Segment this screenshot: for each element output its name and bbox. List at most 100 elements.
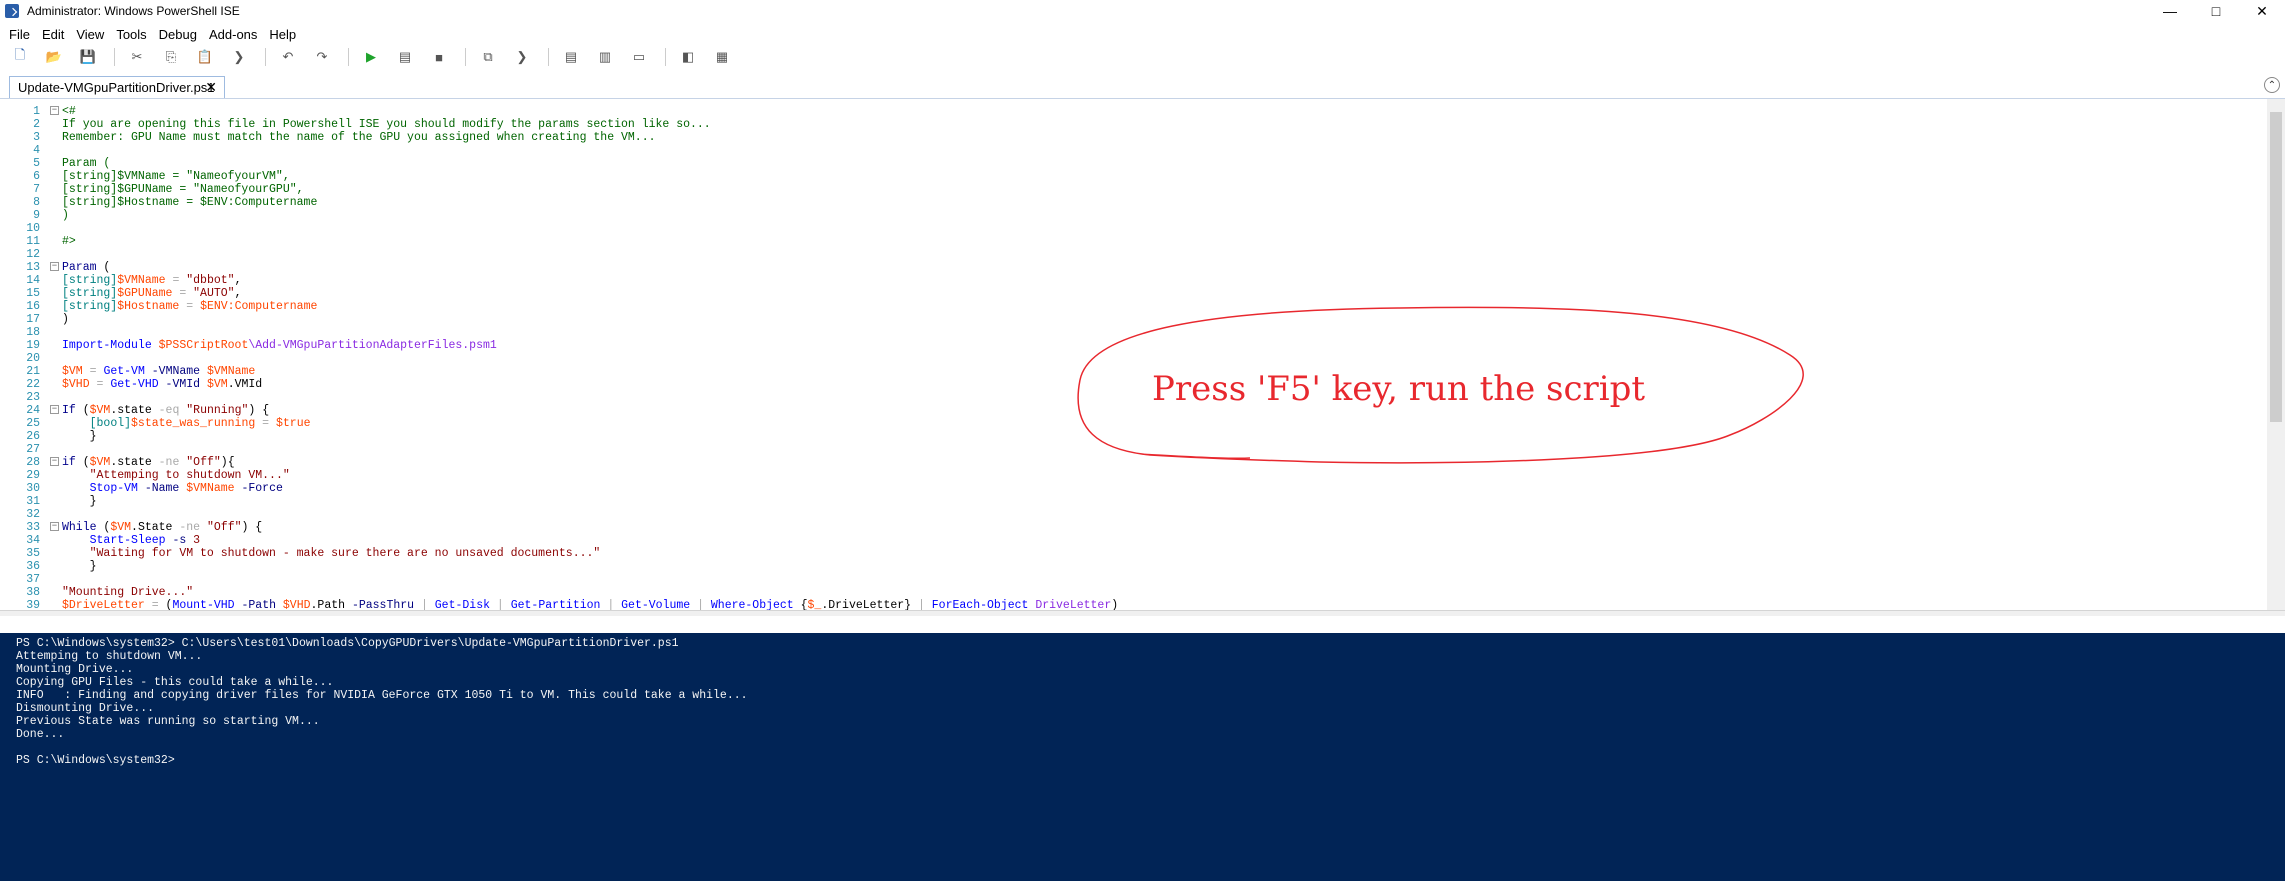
scrollbar-thumb[interactable] xyxy=(2270,112,2282,422)
collapse-script-pane-icon[interactable]: ⌃ xyxy=(2264,77,2280,93)
code-token: While xyxy=(62,521,97,534)
save-icon[interactable]: 💾 xyxy=(80,49,96,65)
editor-line: 1 − <# xyxy=(0,105,2260,118)
console-line: PS C:\Windows\system32> xyxy=(16,754,175,767)
line-number: 38 xyxy=(26,586,40,599)
layout-top-icon[interactable]: ▤ xyxy=(563,49,579,65)
toolbar-separator xyxy=(665,48,666,66)
code-token: $VMName xyxy=(206,365,256,378)
code-token: "dbbot" xyxy=(186,274,235,287)
fold-toggle-icon[interactable]: − xyxy=(50,262,59,271)
fold-toggle-icon[interactable]: − xyxy=(50,522,59,531)
fold-toggle-icon[interactable]: − xyxy=(50,405,59,414)
undo-icon[interactable]: ↶ xyxy=(280,49,296,65)
line-number: 30 xyxy=(26,482,40,495)
code-token: [string] xyxy=(62,300,118,313)
editor-line: 36 } xyxy=(0,560,2260,573)
line-number: 14 xyxy=(26,274,40,287)
code-token: .VMId xyxy=(227,378,263,391)
console-line: Copying GPU Files - this could take a wh… xyxy=(16,676,334,689)
fold-toggle-icon[interactable]: − xyxy=(50,106,59,115)
redo-icon[interactable]: ↷ xyxy=(314,49,330,65)
menu-view[interactable]: View xyxy=(76,27,104,42)
line-number: 9 xyxy=(33,209,40,222)
menu-edit[interactable]: Edit xyxy=(42,27,64,42)
run-selection-icon[interactable]: ▤ xyxy=(397,49,413,65)
code-token: ) { xyxy=(241,521,263,534)
editor-line: 31 } xyxy=(0,495,2260,508)
editor-line: 9) xyxy=(0,209,2260,222)
code-token: $PSSCriptRoot xyxy=(158,339,249,352)
paste-icon[interactable]: 📋 xyxy=(197,49,213,65)
code-token: Remember: GPU Name must match the name o… xyxy=(62,131,656,144)
line-number: 12 xyxy=(26,248,40,261)
menu-tools[interactable]: Tools xyxy=(116,27,146,42)
editor-line: 37 xyxy=(0,573,2260,586)
new-icon[interactable]: 🗋 xyxy=(12,47,28,65)
run-icon[interactable]: ▶ xyxy=(363,49,379,65)
line-number: 11 xyxy=(26,235,40,248)
remote-icon[interactable]: ⧉ xyxy=(480,49,496,65)
code-token: "AUTO" xyxy=(193,287,235,300)
menu-help[interactable]: Help xyxy=(269,27,296,42)
code-token: 3 xyxy=(193,534,201,547)
layout-max-icon[interactable]: ▭ xyxy=(631,49,647,65)
line-number: 19 xyxy=(26,339,40,352)
close-tab-icon[interactable]: ✕ xyxy=(205,79,217,96)
code-text: Remember: GPU Name must match the name o… xyxy=(62,131,656,144)
toolbar-separator xyxy=(265,48,266,66)
code-token: } xyxy=(62,495,97,508)
code-text: <# xyxy=(62,105,76,118)
code-token: ( xyxy=(75,404,90,417)
menu-file[interactable]: File xyxy=(9,27,30,42)
open-icon[interactable]: 📂 xyxy=(46,49,62,65)
powershell-icon[interactable]: ❯ xyxy=(514,49,530,65)
code-token: Param ( xyxy=(62,157,111,170)
code-text: if ($VM.state -ne "Off"){ xyxy=(62,456,235,469)
code-token: ( xyxy=(75,456,90,469)
tab-update-vmgpupartitiondriver[interactable]: Update-VMGpuPartitionDriver.ps1 ✕ xyxy=(9,76,225,98)
code-token: , xyxy=(234,274,242,287)
menu-add-ons[interactable]: Add-ons xyxy=(209,27,257,42)
menu-debug[interactable]: Debug xyxy=(159,27,197,42)
line-number: 7 xyxy=(33,183,40,196)
code-token: If xyxy=(62,404,76,417)
fold-toggle-icon[interactable]: − xyxy=(50,457,59,466)
minimize-icon[interactable]: — xyxy=(2147,0,2193,22)
powershell-ise-app-icon xyxy=(5,4,19,18)
line-number: 17 xyxy=(26,313,40,326)
code-token: If you are opening this file in Powershe… xyxy=(62,118,711,131)
script-pane-icon[interactable]: ◧ xyxy=(680,49,696,65)
console-line: Done... xyxy=(16,728,65,741)
tab-label: Update-VMGpuPartitionDriver.ps1 xyxy=(18,80,215,95)
copy-icon[interactable]: ⎘ xyxy=(163,49,179,65)
line-number: 10 xyxy=(26,222,40,235)
code-token: if xyxy=(62,456,76,469)
close-window-icon[interactable]: ✕ xyxy=(2239,0,2285,22)
editor-line: 13 − Param ( xyxy=(0,261,2260,274)
layout-right-icon[interactable]: ▥ xyxy=(597,49,613,65)
line-number: 3 xyxy=(33,131,40,144)
pane-splitter[interactable] xyxy=(0,610,2285,616)
maximize-icon[interactable]: □ xyxy=(2193,0,2239,22)
code-token: $VM xyxy=(62,365,83,378)
addon-icon[interactable]: ▦ xyxy=(714,49,730,65)
code-text: [string]$Hostname = $ENV:Computername xyxy=(62,196,317,209)
cut-icon[interactable]: ✂ xyxy=(129,49,145,65)
editor-vertical-scrollbar[interactable] xyxy=(2267,99,2285,611)
powershell-prompt-icon[interactable]: ❯ xyxy=(231,49,247,65)
stop-icon[interactable]: ■ xyxy=(431,49,447,65)
annotation-callout: Press 'F5' key, run the script xyxy=(1077,306,1804,464)
code-token: "Mounting Drive..." xyxy=(62,586,194,599)
code-token: [string] xyxy=(62,274,118,287)
code-token: -eq xyxy=(158,404,180,417)
code-token: $VM xyxy=(110,521,132,534)
annotation-text: Press 'F5' key, run the script xyxy=(1152,369,1645,409)
editor-line: 5 Param ( xyxy=(0,157,2260,170)
code-token: } xyxy=(62,560,97,573)
console-pane[interactable]: PS C:\Windows\system32> C:\Users\test01\… xyxy=(0,633,2285,881)
console-line: INFO : Finding and copying driver files … xyxy=(16,689,748,702)
toolbar-separator xyxy=(465,48,466,66)
editor-line: 33 − While ($VM.State -ne "Off") { xyxy=(0,521,2260,534)
